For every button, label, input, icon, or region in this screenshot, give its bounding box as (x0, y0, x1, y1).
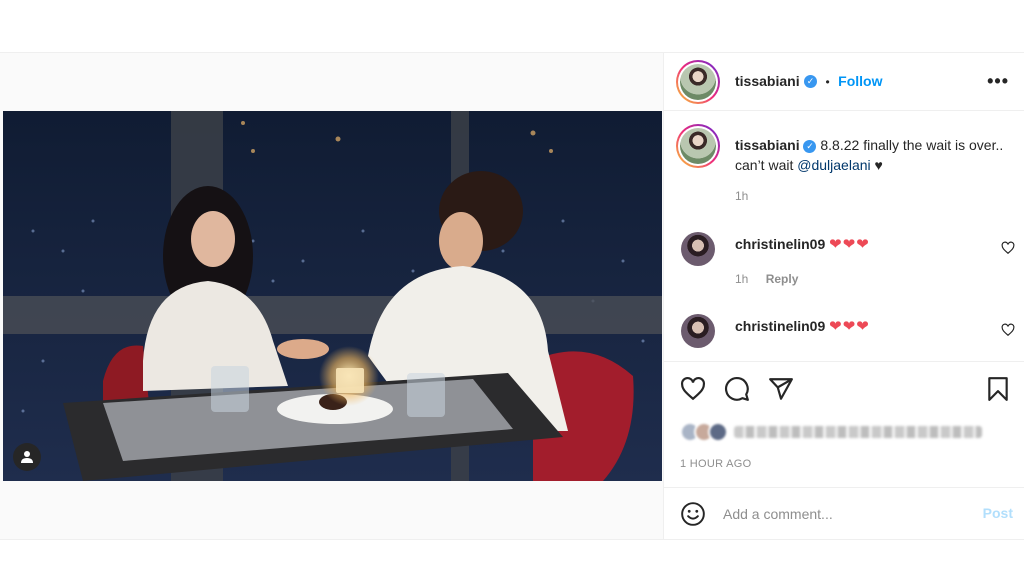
comment-icon[interactable] (724, 376, 750, 402)
comment-username[interactable]: christinelin09 (735, 236, 825, 252)
share-icon[interactable] (768, 376, 794, 402)
verified-badge-icon: ✓ (804, 75, 818, 89)
caption-text: tissabiani ✓ 8.8.22 finally the wait is … (735, 135, 1005, 175)
comment-time[interactable]: 1h (735, 272, 748, 286)
post-header: tissabiani ✓ • Follow ••• (664, 53, 1024, 111)
post-comment-button[interactable]: Post (983, 505, 1013, 521)
caption-mention-link[interactable]: @duljaelani (797, 157, 870, 173)
comment-item: christinelin09 ❤❤❤ (735, 317, 870, 335)
emoji-icon[interactable] (680, 501, 706, 527)
header-separator: • (825, 75, 830, 89)
media-area (3, 53, 662, 539)
follow-button[interactable]: Follow (838, 73, 882, 89)
comment-avatar[interactable] (681, 232, 715, 266)
comment-input[interactable] (723, 503, 963, 525)
caption-username[interactable]: tissabiani (735, 137, 800, 153)
post-side-panel: tissabiani ✓ • Follow ••• tissabiani ✓ 8… (663, 53, 1024, 539)
bookmark-icon[interactable] (985, 376, 1011, 402)
comment-username[interactable]: christinelin09 (735, 318, 825, 334)
caption-heart-emoji: ♥ (870, 157, 883, 173)
caption-avatar[interactable] (676, 124, 720, 168)
liker-avatar (708, 422, 728, 442)
author-username[interactable]: tissabiani (735, 73, 800, 89)
photo-scene (3, 111, 662, 481)
post-photo[interactable] (3, 111, 662, 481)
user-tag-icon (21, 451, 33, 463)
user-tag-button[interactable] (13, 443, 41, 471)
comment-like-heart-icon[interactable] (1001, 241, 1015, 255)
comment-like-heart-icon[interactable] (1001, 323, 1015, 337)
caption-time[interactable]: 1h (735, 189, 748, 203)
reply-button[interactable]: Reply (766, 272, 799, 286)
verified-badge-icon: ✓ (803, 139, 817, 153)
author-avatar[interactable] (676, 60, 720, 104)
comment-text: ❤❤❤ (829, 318, 870, 335)
post-container: tissabiani ✓ • Follow ••• tissabiani ✓ 8… (0, 52, 1024, 540)
liked-by-text-blurred (734, 426, 982, 438)
liked-by-row[interactable] (680, 420, 1010, 444)
header-author-line: tissabiani ✓ • Follow (735, 73, 882, 91)
action-bar: 1 HOUR AGO (664, 361, 1024, 487)
comment-item: christinelin09 ❤❤❤ (735, 235, 870, 253)
comment-text: ❤❤❤ (829, 236, 870, 253)
more-options-icon[interactable]: ••• (987, 71, 1009, 92)
heart-icon[interactable] (680, 376, 706, 402)
comment-avatar[interactable] (681, 314, 715, 348)
add-comment-bar: Post (664, 487, 1024, 539)
post-timestamp[interactable]: 1 HOUR AGO (680, 458, 751, 470)
comment-meta: 1h Reply (735, 272, 798, 286)
